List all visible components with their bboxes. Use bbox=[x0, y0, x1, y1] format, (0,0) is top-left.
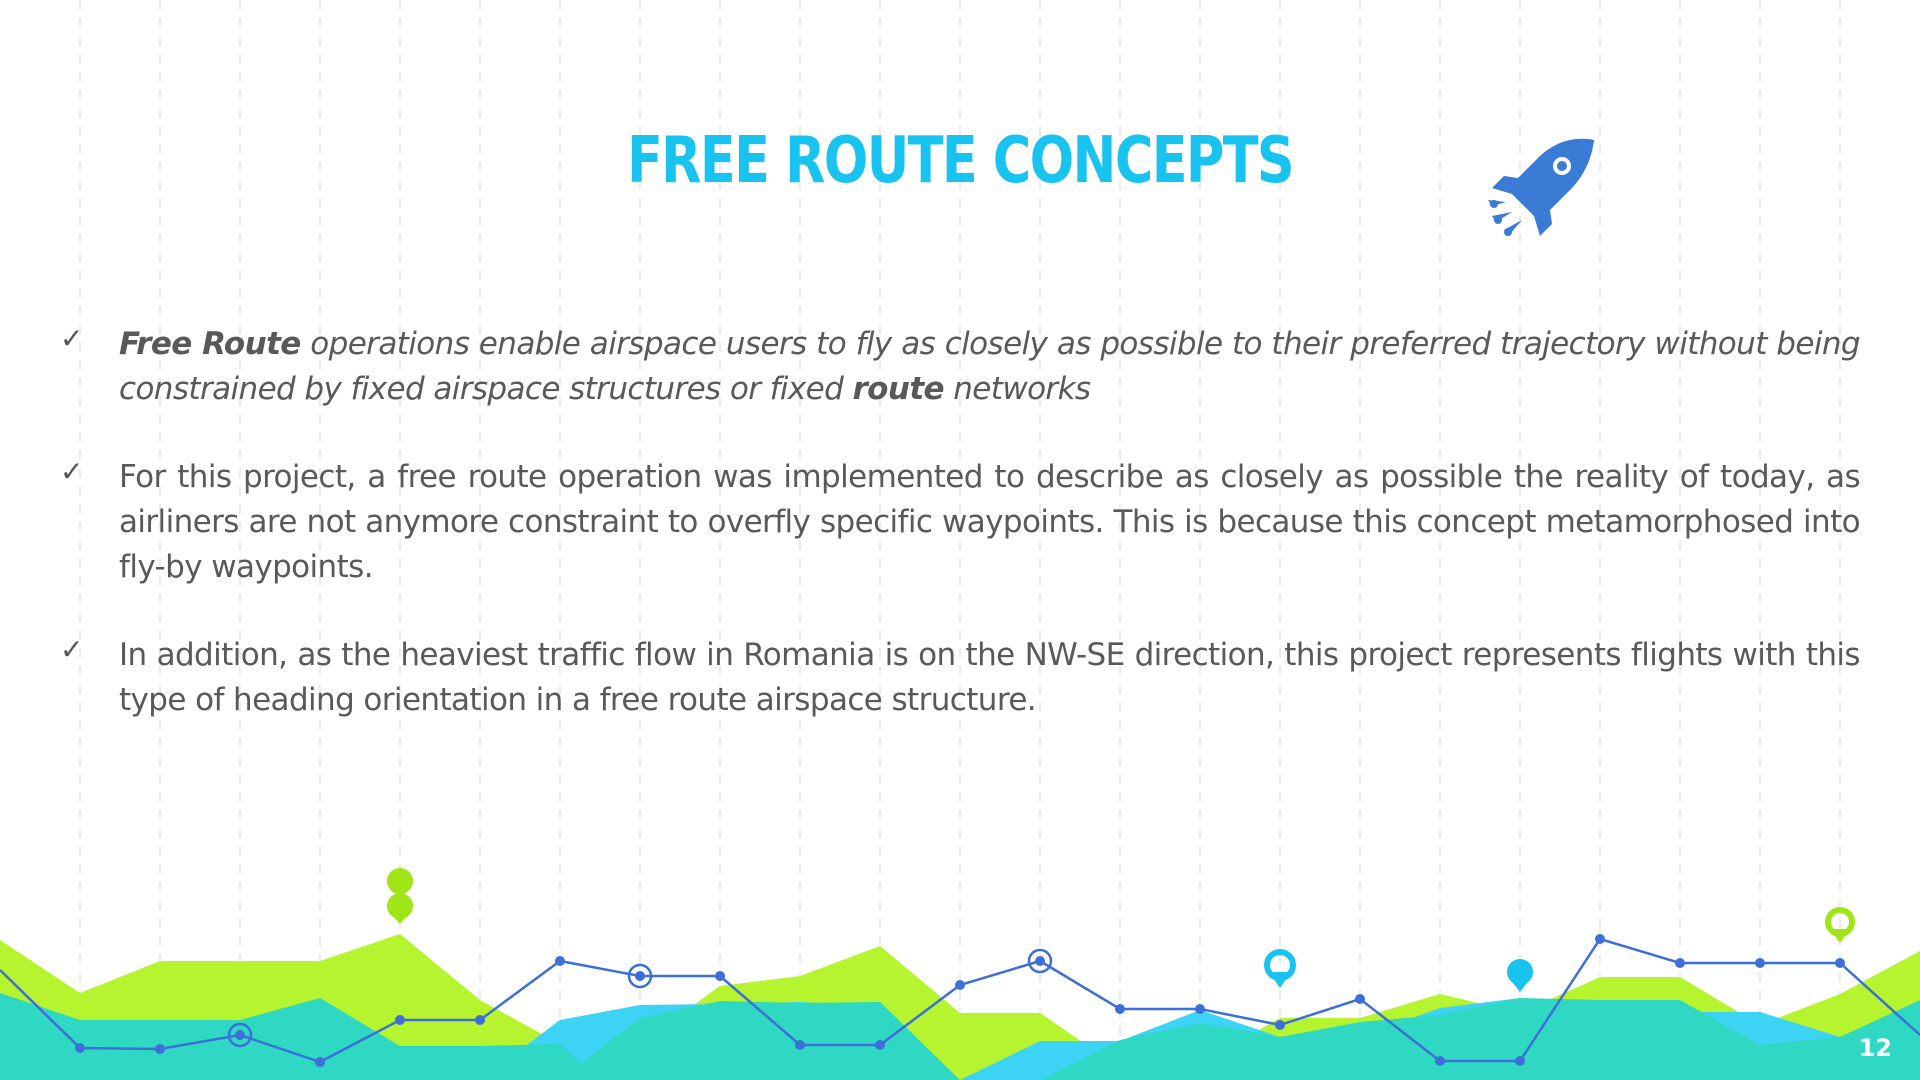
route-landscape-illustration bbox=[0, 868, 1920, 1080]
map-pin-icon bbox=[1825, 907, 1855, 943]
map-pin-icon bbox=[387, 868, 414, 924]
map-pin-icon bbox=[1264, 949, 1296, 988]
map-pin-icon bbox=[1507, 959, 1533, 992]
page-number: 12 bbox=[1858, 1034, 1892, 1062]
